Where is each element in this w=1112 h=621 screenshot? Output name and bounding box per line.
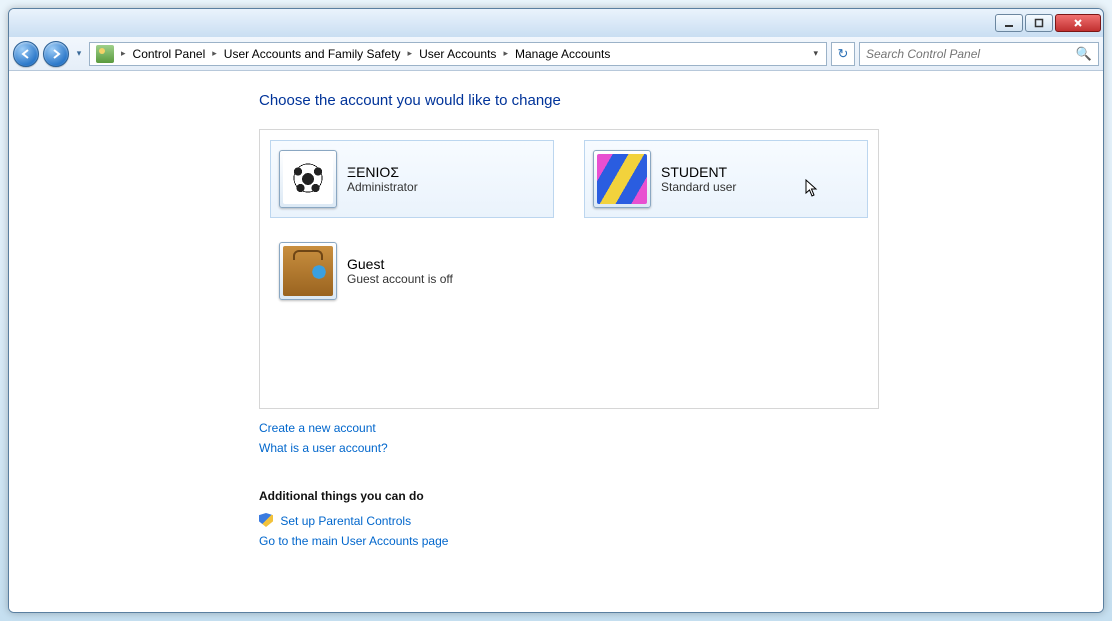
additional-heading: Additional things you can do: [259, 489, 1103, 503]
search-input[interactable]: [866, 47, 1076, 61]
address-bar[interactable]: ▸ Control Panel ▸ User Accounts and Fami…: [89, 42, 827, 66]
close-icon: [1073, 18, 1083, 28]
refresh-icon: ↻: [838, 46, 849, 62]
search-icon: 🔍: [1076, 46, 1092, 62]
close-button[interactable]: [1055, 14, 1101, 32]
what-is-account-link[interactable]: What is a user account?: [259, 441, 388, 455]
nav-history-dropdown[interactable]: ▾: [73, 48, 85, 59]
search-box[interactable]: 🔍: [859, 42, 1099, 66]
primary-links: Create a new account What is a user acco…: [259, 421, 1103, 461]
shield-icon: [259, 513, 273, 527]
soccer-ball-icon: [283, 154, 333, 204]
avatar-frame: [279, 150, 337, 208]
account-name: STUDENT: [661, 164, 736, 180]
breadcrumb-item[interactable]: User Accounts and Family Safety: [220, 43, 405, 65]
account-role: Administrator: [347, 180, 418, 194]
cursor-icon: [805, 179, 819, 202]
maximize-button[interactable]: [1025, 14, 1053, 32]
minimize-icon: [1004, 18, 1014, 28]
account-tile[interactable]: ΞΕΝΙΟΣ Administrator: [270, 140, 554, 218]
account-role: Guest account is off: [347, 272, 453, 286]
refresh-button[interactable]: ↻: [831, 42, 855, 66]
content-area: Choose the account you would like to cha…: [9, 71, 1103, 612]
page-heading: Choose the account you would like to cha…: [259, 92, 1103, 109]
account-text: STUDENT Standard user: [661, 164, 736, 194]
control-panel-icon: [96, 45, 114, 63]
chevron-right-icon[interactable]: ▸: [405, 48, 416, 59]
titlebar: [9, 9, 1103, 37]
chevron-right-icon[interactable]: ▸: [500, 48, 511, 59]
address-dropdown[interactable]: ▾: [809, 48, 822, 59]
navigation-bar: ▾ ▸ Control Panel ▸ User Accounts and Fa…: [9, 37, 1103, 71]
minimize-button[interactable]: [995, 14, 1023, 32]
back-button[interactable]: [13, 41, 39, 67]
arrow-left-icon: [20, 48, 32, 60]
desktop-backdrop: ▾ ▸ Control Panel ▸ User Accounts and Fa…: [0, 0, 1112, 621]
control-panel-window: ▾ ▸ Control Panel ▸ User Accounts and Fa…: [8, 8, 1104, 613]
breadcrumb-item[interactable]: Manage Accounts: [511, 43, 614, 65]
account-text: Guest Guest account is off: [347, 256, 453, 286]
parental-controls-link[interactable]: Set up Parental Controls: [280, 514, 411, 528]
accounts-list: ΞΕΝΙΟΣ Administrator STUDENT Standard us…: [259, 129, 879, 409]
window-buttons: [993, 14, 1101, 32]
avatar-frame: [593, 150, 651, 208]
main-accounts-link[interactable]: Go to the main User Accounts page: [259, 534, 448, 548]
forward-button[interactable]: [43, 41, 69, 67]
chevron-right-icon[interactable]: ▸: [118, 48, 129, 59]
avatar-frame: [279, 242, 337, 300]
maximize-icon: [1034, 18, 1044, 28]
create-account-link[interactable]: Create a new account: [259, 421, 376, 435]
arrow-right-icon: [50, 48, 62, 60]
chevron-right-icon[interactable]: ▸: [209, 48, 220, 59]
account-text: ΞΕΝΙΟΣ Administrator: [347, 164, 418, 194]
additional-links: Set up Parental Controls Go to the main …: [259, 513, 1103, 554]
breadcrumb-item[interactable]: User Accounts: [415, 43, 500, 65]
suitcase-icon: [283, 246, 333, 296]
account-tile[interactable]: STUDENT Standard user: [584, 140, 868, 218]
account-name: Guest: [347, 256, 453, 272]
account-name: ΞΕΝΙΟΣ: [347, 164, 418, 180]
fabric-icon: [597, 154, 647, 204]
account-role: Standard user: [661, 180, 736, 194]
account-tile[interactable]: Guest Guest account is off: [270, 232, 554, 310]
breadcrumb-item[interactable]: Control Panel: [129, 43, 210, 65]
